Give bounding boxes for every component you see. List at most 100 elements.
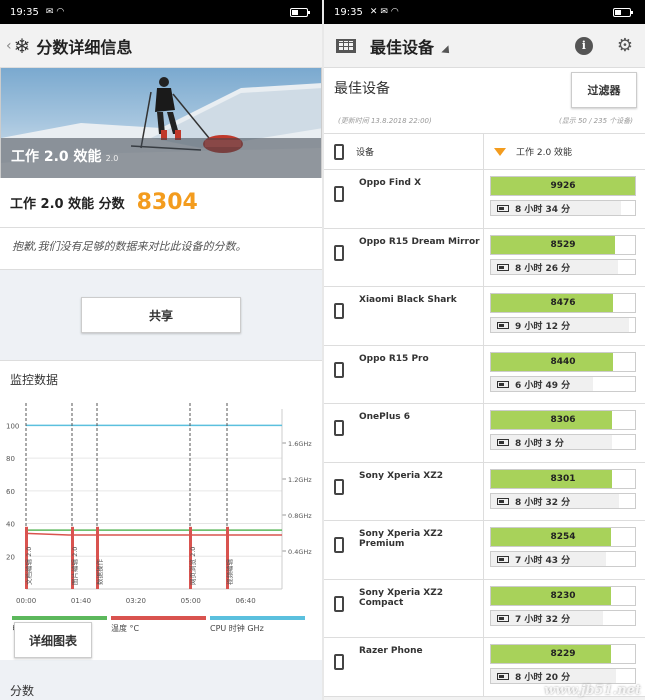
score-value: 9926 bbox=[550, 181, 576, 191]
score-details-screen: 19:35 ✉ ◠ ‹ ❄ 分数详细信息 工作 2.0 效能 2.0 工作 2.… bbox=[0, 0, 322, 700]
table-row[interactable]: Oppo Find X 9926 8 小时 34 分 bbox=[324, 170, 645, 229]
column-performance[interactable]: 工作 2.0 效能 bbox=[484, 134, 645, 169]
gear-icon[interactable]: ⚙ bbox=[617, 35, 633, 56]
battery-icon bbox=[497, 439, 509, 446]
score-value: 8306 bbox=[550, 415, 576, 425]
hero-version: 2.0 bbox=[105, 154, 119, 163]
table-row[interactable]: Oppo R15 Pro 8440 6 小时 49 分 bbox=[324, 345, 645, 404]
device-cell: Xiaomi Black Shark bbox=[324, 287, 484, 345]
battery-bar: 8 小时 34 分 bbox=[490, 200, 636, 216]
battery-bar: 7 小时 43 分 bbox=[490, 551, 636, 567]
x-tick-label: 01:40 bbox=[71, 597, 91, 605]
app-bar: ‹ ❄ 分数详细信息 bbox=[0, 24, 322, 68]
score-cell: 8254 7 小时 43 分 bbox=[484, 521, 645, 579]
watermark: www.jb51.net bbox=[544, 683, 641, 698]
status-bar: 19:35 ✉ ◠ bbox=[0, 0, 322, 24]
battery-icon bbox=[497, 205, 509, 212]
battery-bar: 8 小时 3 分 bbox=[490, 434, 636, 450]
device-cell: Oppo R15 Pro bbox=[324, 345, 484, 403]
y2-tick-label: 1.2GHz bbox=[288, 476, 312, 484]
best-devices-title: 最佳设备 bbox=[334, 81, 390, 97]
battery-life: 8 小时 3 分 bbox=[515, 439, 564, 449]
table-row[interactable]: Sony Xperia XZ2 Premium 8254 7 小时 43 分 bbox=[324, 521, 645, 580]
table-row[interactable]: Xiaomi Black Shark 8476 9 小时 12 分 bbox=[324, 287, 645, 346]
device-cell: Sony Xperia XZ2 Compact bbox=[324, 579, 484, 637]
score-value: 8440 bbox=[550, 356, 576, 367]
phone-icon bbox=[334, 143, 344, 160]
phase-label: 数据操作 bbox=[95, 559, 104, 586]
score-bar: 9926 bbox=[490, 176, 636, 196]
hero-title: 工作 2.0 效能 2.0 bbox=[11, 149, 119, 165]
best-devices-header: 最佳设备 (更新时间 13.8.2018 22:00) (显示 50 / 235… bbox=[324, 68, 645, 134]
column-device[interactable]: 设备 bbox=[324, 134, 484, 169]
battery-icon bbox=[497, 263, 509, 271]
legend-item: 温度 °C bbox=[111, 616, 206, 634]
battery-icon bbox=[497, 322, 509, 329]
battery-icon bbox=[497, 673, 509, 680]
detail-chart-button[interactable]: 详细图表 bbox=[14, 622, 92, 658]
battery-life: 8 小时 26 分 bbox=[515, 263, 571, 274]
score-bar: 8306 bbox=[490, 410, 636, 430]
wifi-icon: ◠ bbox=[56, 7, 65, 17]
battery-life: 8 小时 32 分 bbox=[515, 497, 571, 508]
table-row[interactable]: Sony Xperia XZ2 8301 8 小时 32 分 bbox=[324, 462, 645, 521]
x-tick-label: 05:00 bbox=[181, 597, 201, 605]
score-cell: 8476 9 小时 12 分 bbox=[484, 287, 645, 345]
back-arrow-icon[interactable]: ‹ bbox=[6, 38, 12, 54]
score-value: 8529 bbox=[550, 239, 576, 250]
score-bar: 8254 bbox=[490, 527, 636, 547]
device-cell: Sony Xperia XZ2 Premium bbox=[324, 521, 484, 579]
y-tick-label: 100 bbox=[6, 422, 19, 430]
score-cell: 8306 8 小时 3 分 bbox=[484, 404, 645, 462]
share-button[interactable]: 共享 bbox=[81, 297, 241, 333]
page-title[interactable]: 最佳设备 bbox=[370, 34, 434, 58]
battery-icon bbox=[497, 497, 509, 505]
status-time: 19:35 bbox=[334, 6, 363, 18]
device-name: Oppo R15 Dream Mirror bbox=[359, 236, 480, 247]
battery-icon bbox=[497, 556, 509, 563]
score-cell: 9926 8 小时 34 分 bbox=[484, 170, 645, 228]
table-view-icon[interactable] bbox=[336, 38, 356, 53]
device-cell: Sony Xperia XZ2 bbox=[324, 462, 484, 520]
score-value: 8230 bbox=[550, 590, 576, 601]
y2-tick-label: 0.8GHz bbox=[288, 512, 312, 520]
score-cell: 8301 8 小时 32 分 bbox=[484, 463, 645, 521]
device-list: Oppo Find X 9926 8 小时 34 分 Oppo R15 Dream M… bbox=[324, 170, 645, 697]
y2-tick-label: 0.4GHz bbox=[288, 548, 312, 556]
phone-icon bbox=[334, 303, 344, 319]
score-value: 8301 bbox=[550, 473, 576, 484]
score-value: 8229 bbox=[550, 649, 576, 659]
dropdown-arrow-icon[interactable] bbox=[441, 44, 453, 57]
battery-life: 7 小时 32 分 bbox=[515, 614, 571, 625]
filter-button[interactable]: 过滤器 bbox=[571, 72, 637, 108]
table-row[interactable]: Sony Xperia XZ2 Compact 8230 7 小时 32 分 bbox=[324, 579, 645, 638]
info-icon[interactable]: i bbox=[574, 36, 593, 55]
best-devices-screen: 19:35 ✕ ✉ ◠ 最佳设备 i ⚙ 最佳设备 (更新时间 13.8.201… bbox=[324, 0, 645, 700]
table-header: 设备 工作 2.0 效能 bbox=[324, 134, 645, 170]
app-bar: 最佳设备 i ⚙ bbox=[324, 24, 645, 68]
device-name: Oppo Find X bbox=[359, 178, 422, 188]
table-row[interactable]: Oppo R15 Dream Mirror 8529 8 小时 26 分 bbox=[324, 228, 645, 287]
battery-bar: 8 小时 20 分 bbox=[490, 668, 636, 684]
score-box: 工作 2.0 效能 分数 8304 bbox=[0, 178, 322, 228]
device-name: Sony Xperia XZ2 Premium bbox=[359, 529, 444, 549]
phone-icon bbox=[334, 244, 344, 261]
battery-life: 9 小时 12 分 bbox=[515, 322, 571, 332]
battery-life: 8 小时 34 分 bbox=[515, 205, 571, 215]
series-line bbox=[25, 532, 282, 536]
y-tick-label: 20 bbox=[6, 553, 15, 561]
sort-desc-icon bbox=[494, 147, 506, 156]
phase-label: 视频编辑 bbox=[225, 559, 234, 586]
battery-life: 7 小时 43 分 bbox=[515, 556, 571, 566]
phone-icon bbox=[334, 537, 344, 553]
y-tick-label: 80 bbox=[6, 455, 15, 463]
status-bar: 19:35 ✕ ✉ ◠ bbox=[324, 0, 645, 24]
score-cell: 8230 7 小时 32 分 bbox=[484, 580, 645, 638]
notification-icon: ✉ bbox=[45, 7, 54, 17]
phone-icon bbox=[334, 420, 344, 436]
x-tick-label: 00:00 bbox=[16, 597, 36, 605]
y-tick-label: 60 bbox=[6, 488, 15, 496]
table-row[interactable]: OnePlus 6 8306 8 小时 3 分 bbox=[324, 404, 645, 463]
device-cell: Razer Phone bbox=[324, 638, 484, 696]
score-bar: 8529 bbox=[490, 234, 636, 255]
